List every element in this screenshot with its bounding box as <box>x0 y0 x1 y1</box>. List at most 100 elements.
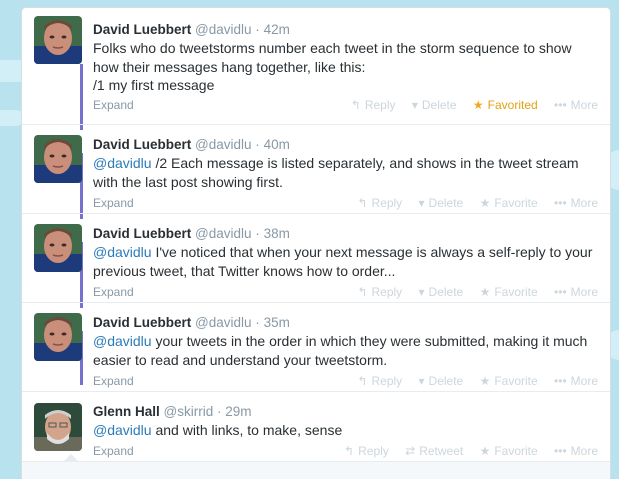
reply-arrow-icon: ↰ <box>357 196 368 210</box>
timestamp[interactable]: 40m <box>264 137 290 152</box>
tweet-text: @davidlu /2 Each message is listed separ… <box>93 154 598 191</box>
timestamp[interactable]: 29m <box>225 404 251 419</box>
favorite-button[interactable]: ★ Favorite <box>480 444 538 458</box>
author-handle[interactable]: @davidlu <box>195 315 252 330</box>
timestamp[interactable]: 38m <box>264 226 290 241</box>
tweet-actions: ↰ Reply ▾ Delete ★ Favorite ••• More <box>344 196 598 210</box>
author-handle[interactable]: @davidlu <box>195 226 252 241</box>
favorite-label: Favorited <box>487 98 538 112</box>
mention-link[interactable]: @davidlu <box>93 422 152 438</box>
separator-dot: · <box>255 22 260 37</box>
more-button[interactable]: ••• More <box>554 98 598 112</box>
star-icon: ★ <box>472 98 484 112</box>
reply-label: Reply <box>358 444 389 458</box>
tweet-text-line: /1 my first message <box>93 77 215 93</box>
tweet-header: David Luebbert @davidlu · 42m <box>93 21 290 38</box>
favorite-button[interactable]: ★ Favorited <box>473 98 538 112</box>
expand-link[interactable]: Expand <box>93 196 134 210</box>
reply-button[interactable]: ↰ Reply <box>357 285 402 299</box>
more-button[interactable]: ••• More <box>554 444 598 458</box>
tweet-text-body: I've noticed that when your next message… <box>93 244 593 279</box>
trash-icon: ▾ <box>411 98 418 112</box>
timestamp[interactable]: 35m <box>264 315 290 330</box>
more-label: More <box>570 285 598 299</box>
favorite-label: Favorite <box>494 196 538 210</box>
avatar[interactable] <box>34 313 82 361</box>
reply-button[interactable]: ↰ Reply <box>357 196 402 210</box>
tweet[interactable]: David Luebbert @davidlu · 40m @davidlu /… <box>22 124 610 214</box>
separator-dot: · <box>255 137 260 152</box>
separator-dot: · <box>217 404 222 419</box>
timeline-footer <box>22 461 610 479</box>
delete-button[interactable]: ▾ Delete <box>419 196 464 210</box>
tweet-timeline: David Luebbert @davidlu · 42m Folks who … <box>21 7 611 479</box>
author-handle[interactable]: @davidlu <box>195 137 252 152</box>
tweet-text: @davidlu and with links, to make, sense <box>93 421 598 440</box>
delete-button[interactable]: ▾ Delete <box>412 98 457 112</box>
favorite-button[interactable]: ★ Favorite <box>480 196 538 210</box>
tweet-text-line: Folks who do tweetstorms number each twe… <box>93 40 572 75</box>
tweet[interactable]: Glenn Hall @skirrid · 29m @davidlu and w… <box>22 391 610 462</box>
expand-link[interactable]: Expand <box>93 374 134 388</box>
tweet-actions: ↰ Reply ▾ Delete ★ Favorited ••• More <box>338 98 598 112</box>
reply-label: Reply <box>371 285 403 299</box>
reply-button[interactable]: ↰ Reply <box>357 374 402 388</box>
reply-button[interactable]: ↰ Reply <box>344 444 389 458</box>
tweet-actions: ↰ Reply ▾ Delete ★ Favorite ••• More <box>344 285 598 299</box>
tweet[interactable]: David Luebbert @davidlu · 38m @davidlu I… <box>22 213 610 303</box>
author-name[interactable]: David Luebbert <box>93 137 191 152</box>
delete-button[interactable]: ▾ Delete <box>419 374 464 388</box>
author-handle[interactable]: @davidlu <box>195 22 252 37</box>
avatar[interactable] <box>34 16 82 64</box>
reply-arrow-icon: ↰ <box>357 285 368 299</box>
author-name[interactable]: David Luebbert <box>93 226 191 241</box>
more-label: More <box>570 374 598 388</box>
trash-icon: ▾ <box>418 196 425 210</box>
timestamp[interactable]: 42m <box>264 22 290 37</box>
avatar[interactable] <box>34 135 82 183</box>
author-name[interactable]: David Luebbert <box>93 315 191 330</box>
reply-button[interactable]: ↰ Reply <box>351 98 396 112</box>
tweet-actions: ↰ Reply ▾ Delete ★ Favorite ••• More <box>344 374 598 388</box>
delete-label: Delete <box>421 98 457 112</box>
favorite-label: Favorite <box>494 374 538 388</box>
reply-arrow-icon: ↰ <box>357 374 368 388</box>
expand-link[interactable]: Expand <box>93 444 134 458</box>
avatar[interactable] <box>34 224 82 272</box>
more-dots-icon: ••• <box>554 444 567 458</box>
reply-label: Reply <box>371 196 403 210</box>
more-button[interactable]: ••• More <box>554 285 598 299</box>
avatar[interactable] <box>34 403 82 451</box>
tweet-text-body: and with links, to make, sense <box>151 422 343 438</box>
more-label: More <box>570 98 598 112</box>
tweet[interactable]: David Luebbert @davidlu · 35m @davidlu y… <box>22 302 610 392</box>
mention-link[interactable]: @davidlu <box>93 333 152 349</box>
author-name[interactable]: David Luebbert <box>93 22 191 37</box>
more-button[interactable]: ••• More <box>554 374 598 388</box>
more-label: More <box>570 196 598 210</box>
favorite-button[interactable]: ★ Favorite <box>480 374 538 388</box>
tweet[interactable]: David Luebbert @davidlu · 42m Folks who … <box>22 8 610 124</box>
retweet-button[interactable]: ⇄ Retweet <box>405 444 463 458</box>
tweet-text: @davidlu your tweets in the order in whi… <box>93 332 598 369</box>
delete-label: Delete <box>428 196 464 210</box>
retweet-label: Retweet <box>419 444 464 458</box>
author-handle[interactable]: @skirrid <box>164 404 214 419</box>
more-dots-icon: ••• <box>554 374 567 388</box>
more-dots-icon: ••• <box>554 98 567 112</box>
mention-link[interactable]: @davidlu <box>93 244 152 260</box>
tweet-header: David Luebbert @davidlu · 38m <box>93 225 290 242</box>
delete-button[interactable]: ▾ Delete <box>419 285 464 299</box>
tweet-text-body: your tweets in the order in which they w… <box>93 333 588 368</box>
favorite-button[interactable]: ★ Favorite <box>480 285 538 299</box>
mention-link[interactable]: @davidlu <box>93 155 152 171</box>
author-name[interactable]: Glenn Hall <box>93 404 160 419</box>
more-button[interactable]: ••• More <box>554 196 598 210</box>
favorite-label: Favorite <box>494 285 538 299</box>
reply-arrow-icon: ↰ <box>350 98 361 112</box>
expand-link[interactable]: Expand <box>93 285 134 299</box>
tweet-text: Folks who do tweetstorms number each twe… <box>93 39 598 95</box>
expand-link[interactable]: Expand <box>93 98 134 112</box>
tweet-header: Glenn Hall @skirrid · 29m <box>93 403 252 420</box>
reply-label: Reply <box>364 98 396 112</box>
